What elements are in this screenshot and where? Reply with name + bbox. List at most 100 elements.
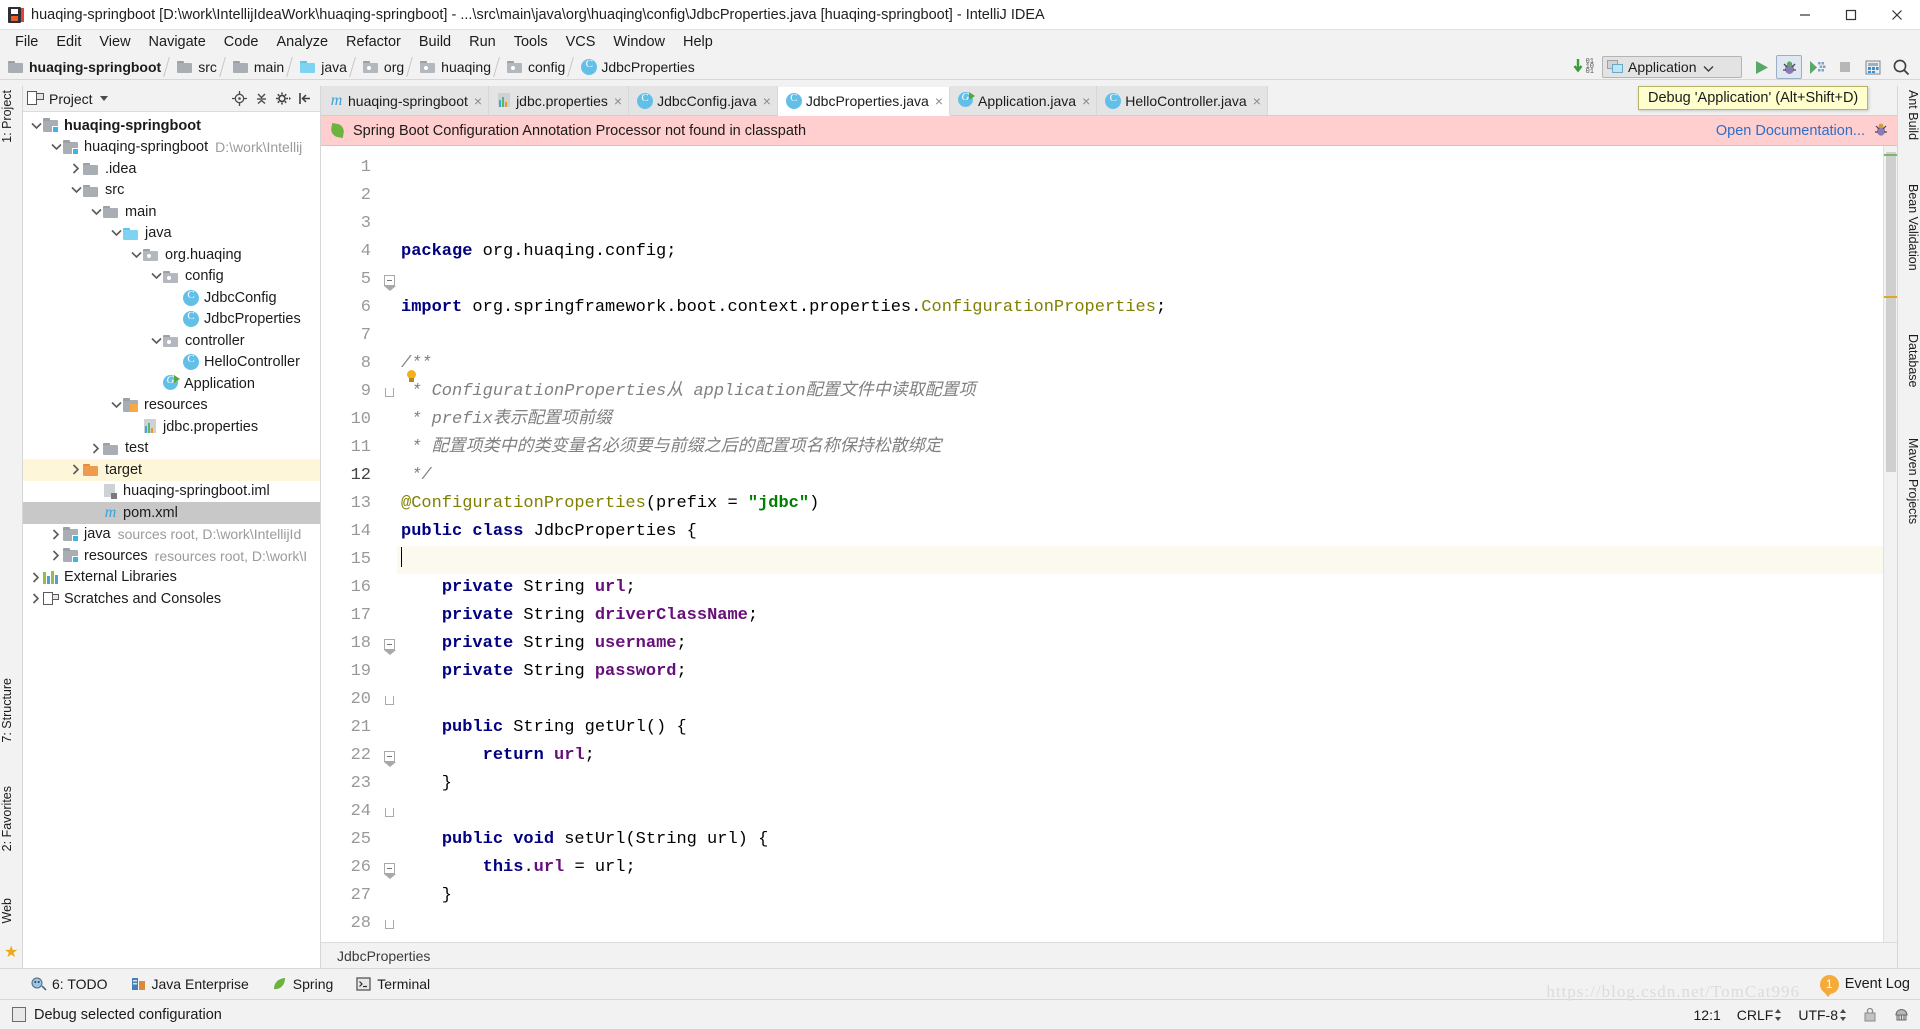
code-line[interactable] [397,798,1883,826]
tree-item-huaqing-springboot[interactable]: huaqing-springboot D:\work\Intellij [23,137,320,159]
caret-position[interactable]: 12:1 [1694,1007,1721,1023]
tree-item-resources[interactable]: resources resources root, D:\work\I [23,545,320,567]
code-line[interactable]: private String driverClassName; [397,602,1883,630]
tree-item-org-huaqing[interactable]: org.huaqing [23,244,320,266]
code-line[interactable]: } [397,770,1883,798]
tool-window-spring[interactable]: Spring [271,976,333,992]
chevron-right-icon[interactable] [89,441,103,455]
chevron-right-icon[interactable] [69,463,83,477]
code-folding-gutter[interactable] [381,146,397,942]
menu-build[interactable]: Build [410,32,460,52]
code-line[interactable]: public void setUrl(String url) { [397,826,1883,854]
close-button[interactable] [1874,0,1920,30]
tree-item-resources[interactable]: resources [23,395,320,417]
fold-toggle[interactable] [381,378,397,406]
chevron-right-icon[interactable] [69,162,83,176]
menu-navigate[interactable]: Navigate [140,32,215,52]
close-icon[interactable]: × [474,93,482,109]
code-line[interactable]: * 配置项类中的类变量名必须要与前缀之后的配置项名称保持松散绑定 [397,434,1883,462]
code-line[interactable]: return url; [397,742,1883,770]
search-everywhere-icon[interactable] [1888,55,1914,79]
tree-item-pom-xml[interactable]: m pom.xml [23,502,320,524]
run-with-coverage-button[interactable] [1804,55,1830,79]
code-line[interactable]: private String url; [397,574,1883,602]
sidebar-tab-project[interactable]: 1: Project [0,90,23,143]
fold-toggle[interactable] [381,686,397,714]
tree-item-controller[interactable]: controller [23,330,320,352]
chevron-down-icon[interactable] [129,248,143,262]
code-line[interactable]: this.url = url; [397,854,1883,882]
sidebar-tab-database[interactable]: Database [1900,334,1920,388]
tree-item-huaqing-springboot[interactable]: huaqing-springboot [23,115,320,137]
event-log-label[interactable]: Event Log [1845,976,1910,992]
chevron-right-icon[interactable] [29,592,43,606]
chevron-right-icon[interactable] [49,527,63,541]
tool-window-java-enterprise[interactable]: Java Enterprise [130,976,249,992]
tree-item-jdbcconfig[interactable]: JdbcConfig [23,287,320,309]
code-line[interactable]: /** [397,350,1883,378]
code-line[interactable]: public String getUrl() { [397,714,1883,742]
breadcrumb-item-src[interactable]: src [177,54,233,80]
code-line[interactable]: private String username; [397,630,1883,658]
fold-toggle[interactable] [381,798,397,826]
breadcrumb-item-module[interactable]: huaqing-springboot [8,54,177,80]
code-line[interactable]: */ [397,462,1883,490]
locate-icon[interactable] [228,88,250,110]
sidebar-tab-maven-projects[interactable]: Maven Projects [1900,438,1920,524]
editor-tab-jdbc-properties[interactable]: jdbc.properties × [489,86,630,115]
code-line[interactable]: } [397,882,1883,910]
tree-item-test[interactable]: test [23,438,320,460]
debug-button[interactable] [1776,55,1802,79]
code-line[interactable]: * prefix表示配置项前缀 [397,406,1883,434]
settings-gear-icon[interactable] [272,88,294,110]
database-button[interactable] [1860,55,1886,79]
tree-item-huaqing-springboot-iml[interactable]: huaqing-springboot.iml [23,481,320,503]
fold-toggle[interactable] [381,854,397,882]
run-configuration-selector[interactable]: Application [1602,56,1742,78]
chevron-down-icon[interactable] [69,183,83,197]
chevron-down-icon[interactable] [149,334,163,348]
code-line[interactable] [397,266,1883,294]
editor-tab-application-java[interactable]: Application.java × [950,86,1098,115]
menu-vcs[interactable]: VCS [557,32,605,52]
code-line[interactable]: import org.springframework.boot.context.… [397,294,1883,322]
editor-scrollbar-thumb[interactable] [1886,152,1896,472]
sidebar-tab-structure[interactable]: 7: Structure [0,678,23,743]
code-line[interactable]: @ConfigurationProperties(prefix = "jdbc"… [397,490,1883,518]
tree-item-scratches-and-consoles[interactable]: Scratches and Consoles [23,588,320,610]
intention-bulb-icon[interactable] [405,370,418,385]
menu-analyze[interactable]: Analyze [267,32,337,52]
code-line[interactable] [397,910,1883,938]
stop-button[interactable] [1832,55,1858,79]
event-log-area[interactable]: 1 Event Log [1819,974,1910,997]
breadcrumb-item-class[interactable]: JdbcProperties [581,54,697,80]
download-sources-icon[interactable]: 01 10 01 [1572,58,1594,76]
encoding-selector[interactable]: UTF-8 [1798,1007,1847,1023]
inspection-hector-icon[interactable] [1893,1007,1910,1023]
tree-item-idea[interactable]: .idea [23,158,320,180]
favorites-star-icon[interactable]: ★ [4,942,18,962]
menu-run[interactable]: Run [460,32,505,52]
code-line[interactable]: public class JdbcProperties { [397,518,1883,546]
hide-panel-icon[interactable] [294,88,316,110]
close-icon[interactable]: × [614,93,622,109]
tree-item-jdbc-properties[interactable]: jdbc.properties [23,416,320,438]
chevron-right-icon[interactable] [29,570,43,584]
chevron-down-icon[interactable] [109,226,123,240]
code-editor[interactable]: 1 2 3 4 5 6 7 8 9 10 11 12 13 14 15 16 17 18 19 20 21 22 23 24 2… [321,146,1897,942]
code-line[interactable]: * ConfigurationProperties从 application配置… [397,378,1883,406]
close-icon[interactable]: × [935,93,943,109]
close-icon[interactable]: × [1253,93,1261,109]
tree-item-src[interactable]: src [23,180,320,202]
editor-tab-hellocontroller-java[interactable]: HelloController.java × [1097,86,1268,115]
chevron-down-icon[interactable] [109,398,123,412]
breadcrumb-item-huaqing[interactable]: huaqing [420,54,507,80]
chevron-right-icon[interactable] [49,549,63,563]
breadcrumb-item-org[interactable]: org [362,54,420,80]
fold-toggle[interactable] [381,630,397,658]
sidebar-tab-favorites[interactable]: 2: Favorites [0,786,23,851]
status-monitor-icon[interactable] [12,1007,26,1022]
fold-toggle[interactable] [381,742,397,770]
chevron-down-icon[interactable] [89,205,103,219]
minimize-button[interactable] [1782,0,1828,30]
